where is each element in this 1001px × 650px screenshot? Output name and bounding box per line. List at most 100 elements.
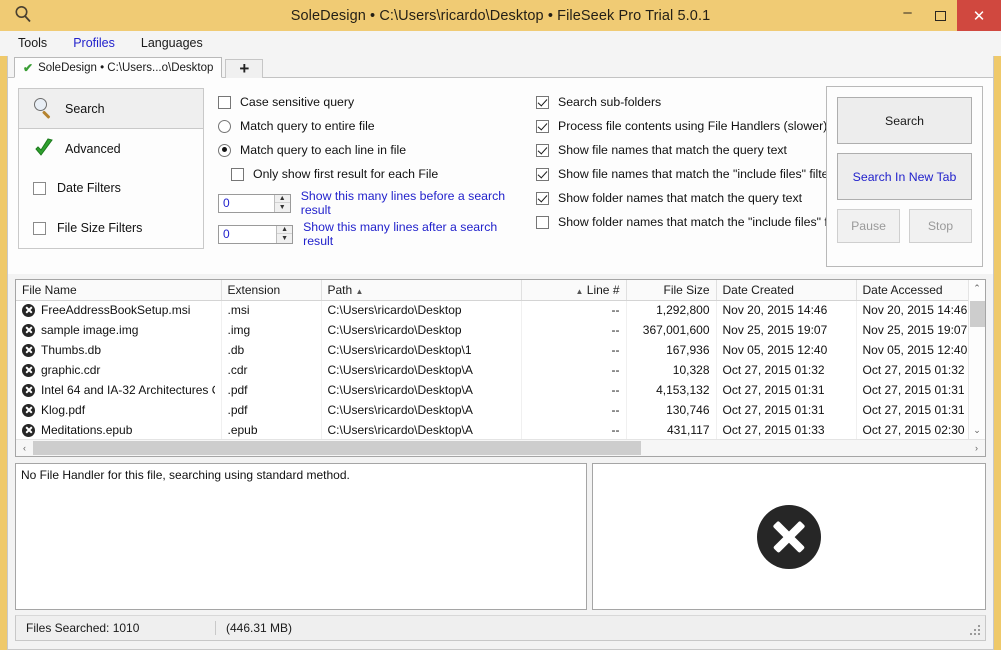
cell-date-created: Oct 27, 2015 01:31	[716, 400, 857, 420]
scroll-right-icon[interactable]: ›	[968, 443, 985, 453]
table-vertical-scrollbar[interactable]: ⌃ ⌄	[968, 280, 985, 439]
sidebar-item-file-size-filters[interactable]: File Size Filters	[18, 208, 204, 249]
cell-line-number: --	[521, 400, 627, 420]
column-header-file-size[interactable]: File Size	[626, 280, 717, 301]
sidebar-item-search[interactable]: Search	[18, 88, 204, 129]
maximize-button[interactable]	[924, 0, 957, 31]
checkbox-icon[interactable]	[536, 143, 549, 157]
cell-file-size: 431,117	[626, 420, 717, 440]
cell-extension: .db	[221, 340, 322, 360]
cell-date-created: Oct 27, 2015 01:32	[716, 360, 857, 380]
checkbox-icon[interactable]	[536, 215, 549, 229]
option-only-first-result[interactable]: Only show first result for each File	[218, 162, 528, 186]
radio-icon[interactable]	[218, 143, 231, 157]
column-header-date-created[interactable]: Date Created	[716, 280, 857, 301]
lines-after-input[interactable]	[219, 225, 277, 243]
sidebar-item-label: File Size Filters	[57, 221, 143, 235]
tab-strip: ✔ SoleDesign • C:\Users...o\Desktop +	[8, 56, 993, 78]
stepper-down-icon[interactable]: ▼	[275, 203, 290, 212]
cell-line-number: --	[521, 380, 627, 400]
x-circle-icon	[22, 403, 35, 417]
cell-date-created: Oct 27, 2015 01:31	[716, 380, 857, 400]
x-circle-icon	[22, 383, 35, 397]
stepper-up-icon[interactable]: ▲	[277, 226, 293, 234]
text-preview-pane[interactable]: No File Handler for this file, searching…	[15, 463, 587, 610]
table-row[interactable]: Intel 64 and IA-32 Architectures Op... .…	[16, 380, 985, 400]
sidebar-item-date-filters[interactable]: Date Filters	[18, 168, 204, 209]
option-label: Process file contents using File Handler…	[558, 119, 828, 133]
sort-ascending-icon: ▲	[575, 286, 584, 296]
table-row[interactable]: sample image.img .img C:\Users\ricardo\D…	[16, 320, 985, 340]
scroll-down-icon[interactable]: ⌄	[969, 422, 986, 439]
column-header-path[interactable]: Path ▲	[321, 280, 522, 301]
column-header-extension[interactable]: Extension	[221, 280, 322, 301]
lines-before-input[interactable]	[219, 194, 274, 212]
column-header-file-name[interactable]: File Name	[16, 280, 222, 301]
checkbox-icon[interactable]	[33, 181, 46, 195]
table-row[interactable]: Klog.pdf .pdf C:\Users\ricardo\Desktop\A…	[16, 400, 985, 420]
sort-ascending-icon: ▲	[355, 286, 364, 296]
vertical-scroll-track[interactable]	[968, 297, 985, 422]
pause-button[interactable]: Pause	[837, 209, 900, 243]
cell-date-accessed: Oct 27, 2015 01:32	[856, 360, 985, 380]
sidebar-item-label: Advanced	[65, 141, 121, 156]
lines-before-label[interactable]: Show this many lines before a search res…	[301, 189, 528, 217]
cell-line-number: --	[521, 360, 627, 380]
table-row[interactable]: graphic.cdr .cdr C:\Users\ricardo\Deskto…	[16, 360, 985, 380]
resize-grip-icon[interactable]	[969, 624, 981, 636]
option-label: Match query to each line in file	[240, 143, 407, 157]
option-case-sensitive[interactable]: Case sensitive query	[218, 90, 528, 114]
checkbox-icon[interactable]	[536, 95, 549, 109]
checkbox-icon[interactable]	[33, 221, 46, 235]
option-label: Show file names that match the "include …	[558, 167, 833, 181]
stepper-buttons[interactable]: ▲ ▼	[276, 225, 293, 243]
add-tab-button[interactable]: +	[225, 59, 264, 78]
close-button[interactable]: ✕	[957, 0, 1001, 31]
vertical-scroll-thumb[interactable]	[969, 301, 985, 327]
checkbox-icon[interactable]	[231, 167, 244, 181]
checkbox-icon[interactable]	[218, 95, 231, 109]
horizontal-scroll-track[interactable]	[33, 439, 968, 456]
checkbox-icon[interactable]	[536, 119, 549, 133]
menu-item-tools[interactable]: Tools	[18, 36, 47, 50]
table-row[interactable]: FreeAddressBookSetup.msi .msi C:\Users\r…	[16, 300, 985, 320]
sidebar-item-label: Search	[65, 101, 105, 116]
table-horizontal-scrollbar[interactable]: ‹ ›	[16, 439, 985, 456]
cell-file-size: 367,001,600	[626, 320, 717, 340]
image-preview-pane[interactable]	[592, 463, 986, 610]
tab-soledesign[interactable]: ✔ SoleDesign • C:\Users...o\Desktop	[14, 57, 223, 78]
lines-after-stepper[interactable]: ▲ ▼	[218, 224, 294, 244]
scroll-left-icon[interactable]: ‹	[16, 443, 33, 453]
window-title: SoleDesign • C:\Users\ricardo\Desktop • …	[290, 7, 711, 24]
sidebar-item-advanced[interactable]: Advanced	[18, 128, 204, 169]
search-button[interactable]: Search	[837, 97, 972, 144]
table-row[interactable]: Meditations.epub .epub C:\Users\ricardo\…	[16, 420, 985, 440]
menu-item-profiles[interactable]: Profiles	[73, 36, 115, 50]
stepper-down-icon[interactable]: ▼	[277, 234, 292, 243]
app-magnifier-icon	[8, 5, 38, 27]
x-circle-icon	[22, 363, 35, 377]
option-match-entire-file[interactable]: Match query to entire file	[218, 114, 528, 138]
lines-after-label[interactable]: Show this many lines after a search resu…	[303, 220, 528, 248]
stepper-buttons[interactable]: ▲ ▼	[273, 194, 290, 212]
table-header-row: File Name Extension Path ▲ ▲ Line # File…	[16, 280, 985, 301]
cell-line-number: --	[521, 320, 627, 340]
option-match-each-line[interactable]: Match query to each line in file	[218, 138, 528, 162]
cell-file-name: FreeAddressBookSetup.msi	[16, 300, 222, 320]
horizontal-scroll-thumb[interactable]	[33, 440, 641, 455]
lines-before-stepper[interactable]: ▲ ▼	[218, 193, 291, 213]
stepper-up-icon[interactable]: ▲	[274, 195, 290, 203]
checkbox-icon[interactable]	[536, 191, 549, 205]
stop-button[interactable]: Stop	[909, 209, 972, 243]
table-row[interactable]: Thumbs.db .db C:\Users\ricardo\Desktop\1…	[16, 340, 985, 360]
minimize-button[interactable]: –	[891, 0, 924, 31]
title-bar: SoleDesign • C:\Users\ricardo\Desktop • …	[0, 0, 1001, 31]
scroll-up-icon[interactable]: ⌃	[969, 280, 986, 297]
cell-date-accessed: Nov 05, 2015 12:40	[856, 340, 985, 360]
search-in-new-tab-button[interactable]: Search In New Tab	[837, 153, 972, 200]
column-header-date-accessed[interactable]: Date Accessed	[856, 280, 985, 301]
checkbox-icon[interactable]	[536, 167, 549, 181]
radio-icon[interactable]	[218, 119, 231, 133]
column-header-line-number[interactable]: ▲ Line #	[521, 280, 627, 301]
menu-item-languages[interactable]: Languages	[141, 36, 203, 50]
